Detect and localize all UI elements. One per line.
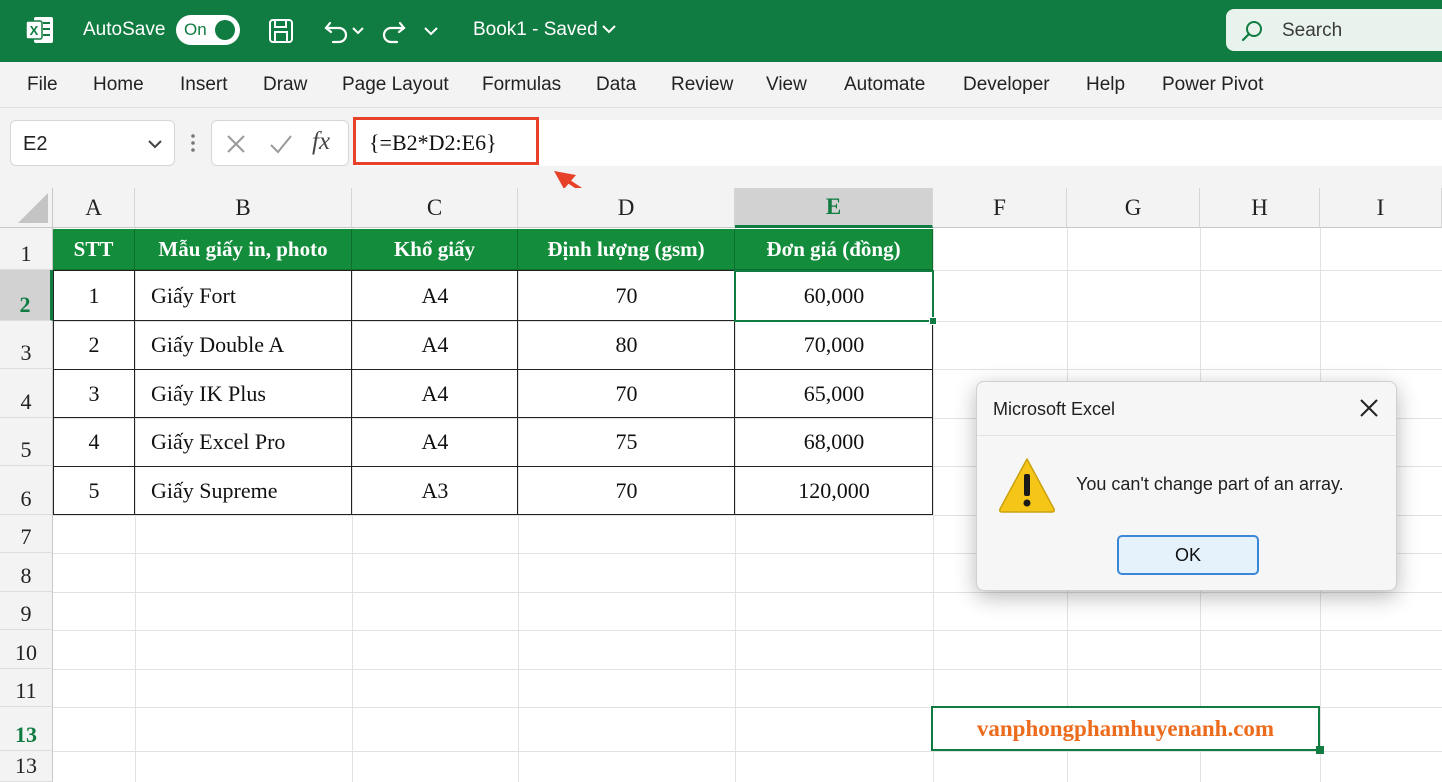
chevron-down-icon[interactable] [146, 135, 164, 153]
tab-developer[interactable]: Developer [963, 74, 1050, 96]
column-header-d[interactable]: D [518, 188, 735, 228]
fill-handle[interactable] [1316, 746, 1324, 754]
dialog-message: You can't change part of an array. [1076, 474, 1344, 494]
row-header-7[interactable]: 7 [0, 515, 53, 553]
row-header-13[interactable]: 13 [0, 707, 53, 751]
column-header-h[interactable]: H [1200, 188, 1320, 228]
gridline [53, 751, 1442, 752]
formula-bar: E2 fx {=B2*D2:E6} [0, 108, 1442, 188]
gridline [53, 630, 1442, 631]
dialog-title: Microsoft Excel [993, 399, 1116, 419]
fill-handle[interactable] [929, 317, 937, 325]
tab-file[interactable]: File [27, 74, 58, 96]
table-header-size[interactable]: Khổ giấy [352, 229, 518, 270]
tab-insert[interactable]: Insert [180, 74, 228, 96]
chevron-down-icon [424, 27, 438, 36]
column-header-g[interactable]: G [1067, 188, 1200, 228]
table-header-product[interactable]: Mẫu giấy in, photo [135, 229, 352, 270]
gridline [53, 592, 1442, 593]
error-dialog: Microsoft Excel You can't change part of… [976, 381, 1397, 591]
close-icon[interactable] [1357, 396, 1381, 420]
tab-view[interactable]: View [766, 74, 807, 96]
column-header-a[interactable]: A [53, 188, 135, 228]
save-icon [269, 19, 293, 43]
tab-help[interactable]: Help [1086, 74, 1125, 96]
svg-text:X: X [30, 23, 39, 38]
row-header-2[interactable]: 2 [0, 270, 53, 321]
column-header-i[interactable]: I [1320, 188, 1442, 228]
row-header-10[interactable]: 10 [0, 630, 53, 669]
name-box[interactable]: E2 [10, 120, 175, 166]
autosave-state: On [184, 20, 207, 39]
corner-triangle [18, 193, 48, 223]
row-header-4[interactable]: 4 [0, 369, 53, 418]
column-header-e[interactable]: E [735, 188, 933, 228]
cancel-icon[interactable] [224, 132, 248, 156]
excel-logo-icon[interactable]: X [25, 15, 55, 45]
tab-data[interactable]: Data [596, 74, 636, 96]
active-cell-e2[interactable] [734, 270, 934, 322]
document-title[interactable]: Book1 - Saved [473, 19, 598, 41]
tab-power-pivot[interactable]: Power Pivot [1162, 74, 1263, 96]
save-button[interactable] [264, 14, 298, 48]
column-header-f[interactable]: F [933, 188, 1067, 228]
dialog-divider [977, 435, 1396, 436]
autosave-label: AutoSave [83, 19, 166, 40]
more-options-icon[interactable] [188, 132, 198, 154]
gridline [53, 669, 1442, 670]
formula-buttons: fx [211, 120, 349, 166]
check-icon[interactable] [268, 132, 294, 156]
table-header-price[interactable]: Đơn giá (đồng) [735, 229, 933, 270]
select-all-button[interactable] [0, 188, 53, 228]
tab-formulas[interactable]: Formulas [482, 74, 561, 96]
formula-highlight-box [353, 117, 539, 165]
row-header-6[interactable]: 6 [0, 466, 53, 515]
ok-button[interactable]: OK [1117, 535, 1259, 575]
search-icon [1241, 21, 1262, 42]
search-input[interactable]: Search [1226, 9, 1442, 51]
tab-automate[interactable]: Automate [844, 74, 925, 96]
title-bar: X AutoSave On Book1 - Saved Search [0, 0, 1442, 62]
redo-icon [382, 21, 406, 44]
row-header-9[interactable]: 9 [0, 592, 53, 630]
column-header-c[interactable]: C [352, 188, 518, 228]
row-header-11[interactable]: 11 [0, 669, 53, 707]
row-header-1[interactable]: 1 [0, 228, 53, 270]
tab-review[interactable]: Review [671, 74, 733, 96]
insert-function-button[interactable]: fx [312, 128, 330, 156]
table-header-stt[interactable]: STT [53, 229, 135, 270]
row-header-5[interactable]: 5 [0, 418, 53, 466]
ribbon-tabs: File Home Insert Draw Page Layout Formul… [0, 62, 1442, 108]
watermark-cell[interactable]: vanphongphamhuyenanh.com [931, 706, 1320, 751]
row-header-13-lower[interactable]: 13 [0, 751, 53, 782]
row-header-8[interactable]: 8 [0, 553, 53, 592]
row-header-3[interactable]: 3 [0, 321, 53, 369]
redo-button[interactable] [376, 14, 410, 48]
chevron-down-icon [352, 27, 364, 35]
name-box-value: E2 [23, 133, 48, 155]
autosave-toggle[interactable]: On [176, 15, 240, 45]
tab-draw[interactable]: Draw [263, 74, 307, 96]
search-placeholder: Search [1282, 20, 1343, 41]
tab-home[interactable]: Home [93, 74, 144, 96]
toggle-knob [215, 20, 235, 40]
table-header-weight[interactable]: Định lượng (gsm) [518, 229, 735, 270]
chevron-down-icon[interactable] [600, 20, 618, 38]
column-header-b[interactable]: B [135, 188, 352, 228]
undo-dropdown[interactable] [348, 14, 368, 48]
warning-icon [999, 458, 1055, 513]
quick-access-customize[interactable] [420, 14, 442, 48]
tab-page-layout[interactable]: Page Layout [342, 74, 449, 96]
